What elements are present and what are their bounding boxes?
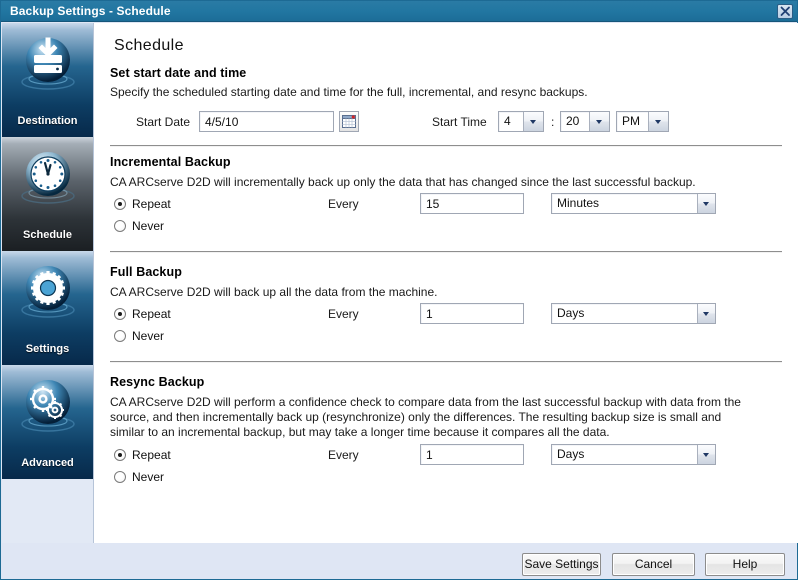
incremental-heading: Incremental Backup [110, 155, 231, 169]
close-icon [780, 6, 790, 16]
incremental-never-radio[interactable] [114, 220, 126, 232]
window-title: Backup Settings - Schedule [10, 4, 171, 18]
minute-value: 20 [566, 114, 580, 128]
resync-description-line3: similar to an incremental backup, but ma… [110, 425, 610, 439]
title-bar: Backup Settings - Schedule [1, 1, 797, 22]
content-panel: Schedule Set start date and time Specify… [94, 23, 798, 543]
full-never-label[interactable]: Never [132, 329, 164, 343]
calendar-icon [342, 115, 356, 128]
start-date-input[interactable] [199, 111, 334, 132]
full-never-radio[interactable] [114, 330, 126, 342]
sidebar: Destination Schedule Settings Advanced [2, 23, 94, 558]
sidebar-item-settings[interactable]: Settings [2, 251, 93, 365]
incremental-unit-select[interactable]: Minutes [551, 193, 716, 214]
divider [110, 361, 782, 363]
resync-unit-select[interactable]: Days [551, 444, 716, 465]
hard-drive-download-icon [20, 37, 75, 90]
sidebar-item-label: Settings [25, 343, 70, 355]
calendar-button[interactable] [339, 111, 359, 132]
meridiem-select[interactable]: PM [616, 111, 669, 132]
chevron-down-icon[interactable] [589, 112, 609, 131]
chevron-down-icon[interactable] [523, 112, 543, 131]
cancel-button[interactable]: Cancel [612, 553, 695, 576]
gears-icon [20, 380, 75, 432]
incremental-never-label[interactable]: Never [132, 219, 164, 233]
full-every-label: Every [328, 307, 359, 321]
start-section-heading: Set start date and time [110, 66, 247, 80]
save-settings-button[interactable]: Save Settings [522, 553, 601, 576]
full-repeat-label[interactable]: Repeat [132, 307, 171, 321]
sidebar-item-label: Destination [17, 115, 78, 127]
divider [110, 145, 782, 147]
close-button[interactable] [777, 4, 793, 19]
sidebar-item-schedule[interactable]: Schedule [2, 137, 93, 251]
resync-heading: Resync Backup [110, 375, 205, 389]
sidebar-item-destination[interactable]: Destination [2, 23, 93, 137]
chevron-down-icon[interactable] [697, 194, 715, 213]
full-description: CA ARCserve D2D will back up all the dat… [110, 285, 438, 299]
incremental-every-label: Every [328, 197, 359, 211]
sidebar-item-label: Advanced [21, 457, 74, 469]
incremental-repeat-radio[interactable] [114, 198, 126, 210]
chevron-down-icon[interactable] [648, 112, 668, 131]
resync-interval-input[interactable] [420, 444, 524, 465]
hour-value: 4 [504, 114, 511, 128]
start-section-description: Specify the scheduled starting date and … [110, 85, 588, 99]
incremental-description: CA ARCserve D2D will incrementally back … [110, 175, 696, 189]
incremental-unit-value: Minutes [557, 196, 600, 210]
resync-description-line2: source, and then incrementally back up (… [110, 410, 722, 424]
time-separator: : [551, 115, 555, 129]
chevron-down-icon[interactable] [697, 304, 715, 323]
chevron-down-icon[interactable] [697, 445, 715, 464]
incremental-interval-input[interactable] [420, 193, 524, 214]
gear-icon [20, 266, 75, 318]
resync-unit-value: Days [557, 447, 585, 461]
resync-never-label[interactable]: Never [132, 470, 164, 484]
full-heading: Full Backup [110, 265, 182, 279]
meridiem-value: PM [622, 114, 640, 128]
backup-settings-window: Backup Settings - Schedule Destination S… [0, 0, 798, 580]
hour-select[interactable]: 4 [498, 111, 544, 132]
resync-never-radio[interactable] [114, 471, 126, 483]
sidebar-item-advanced[interactable]: Advanced [2, 365, 93, 479]
divider [110, 251, 782, 253]
full-unit-value: Days [557, 306, 585, 320]
full-repeat-radio[interactable] [114, 308, 126, 320]
full-interval-input[interactable] [420, 303, 524, 324]
minute-select[interactable]: 20 [560, 111, 610, 132]
clock-icon [20, 152, 75, 204]
start-date-label: Start Date [136, 115, 191, 129]
footer-bar: Save Settings Cancel Help [2, 543, 797, 579]
resync-description-line1: CA ARCserve D2D will perform a confidenc… [110, 395, 741, 409]
help-button[interactable]: Help [705, 553, 785, 576]
page-title: Schedule [114, 37, 184, 54]
incremental-repeat-label[interactable]: Repeat [132, 197, 171, 211]
start-time-label: Start Time [432, 115, 487, 129]
sidebar-item-label: Schedule [23, 229, 72, 241]
resync-repeat-label[interactable]: Repeat [132, 448, 171, 462]
resync-every-label: Every [328, 448, 359, 462]
full-unit-select[interactable]: Days [551, 303, 716, 324]
resync-repeat-radio[interactable] [114, 449, 126, 461]
